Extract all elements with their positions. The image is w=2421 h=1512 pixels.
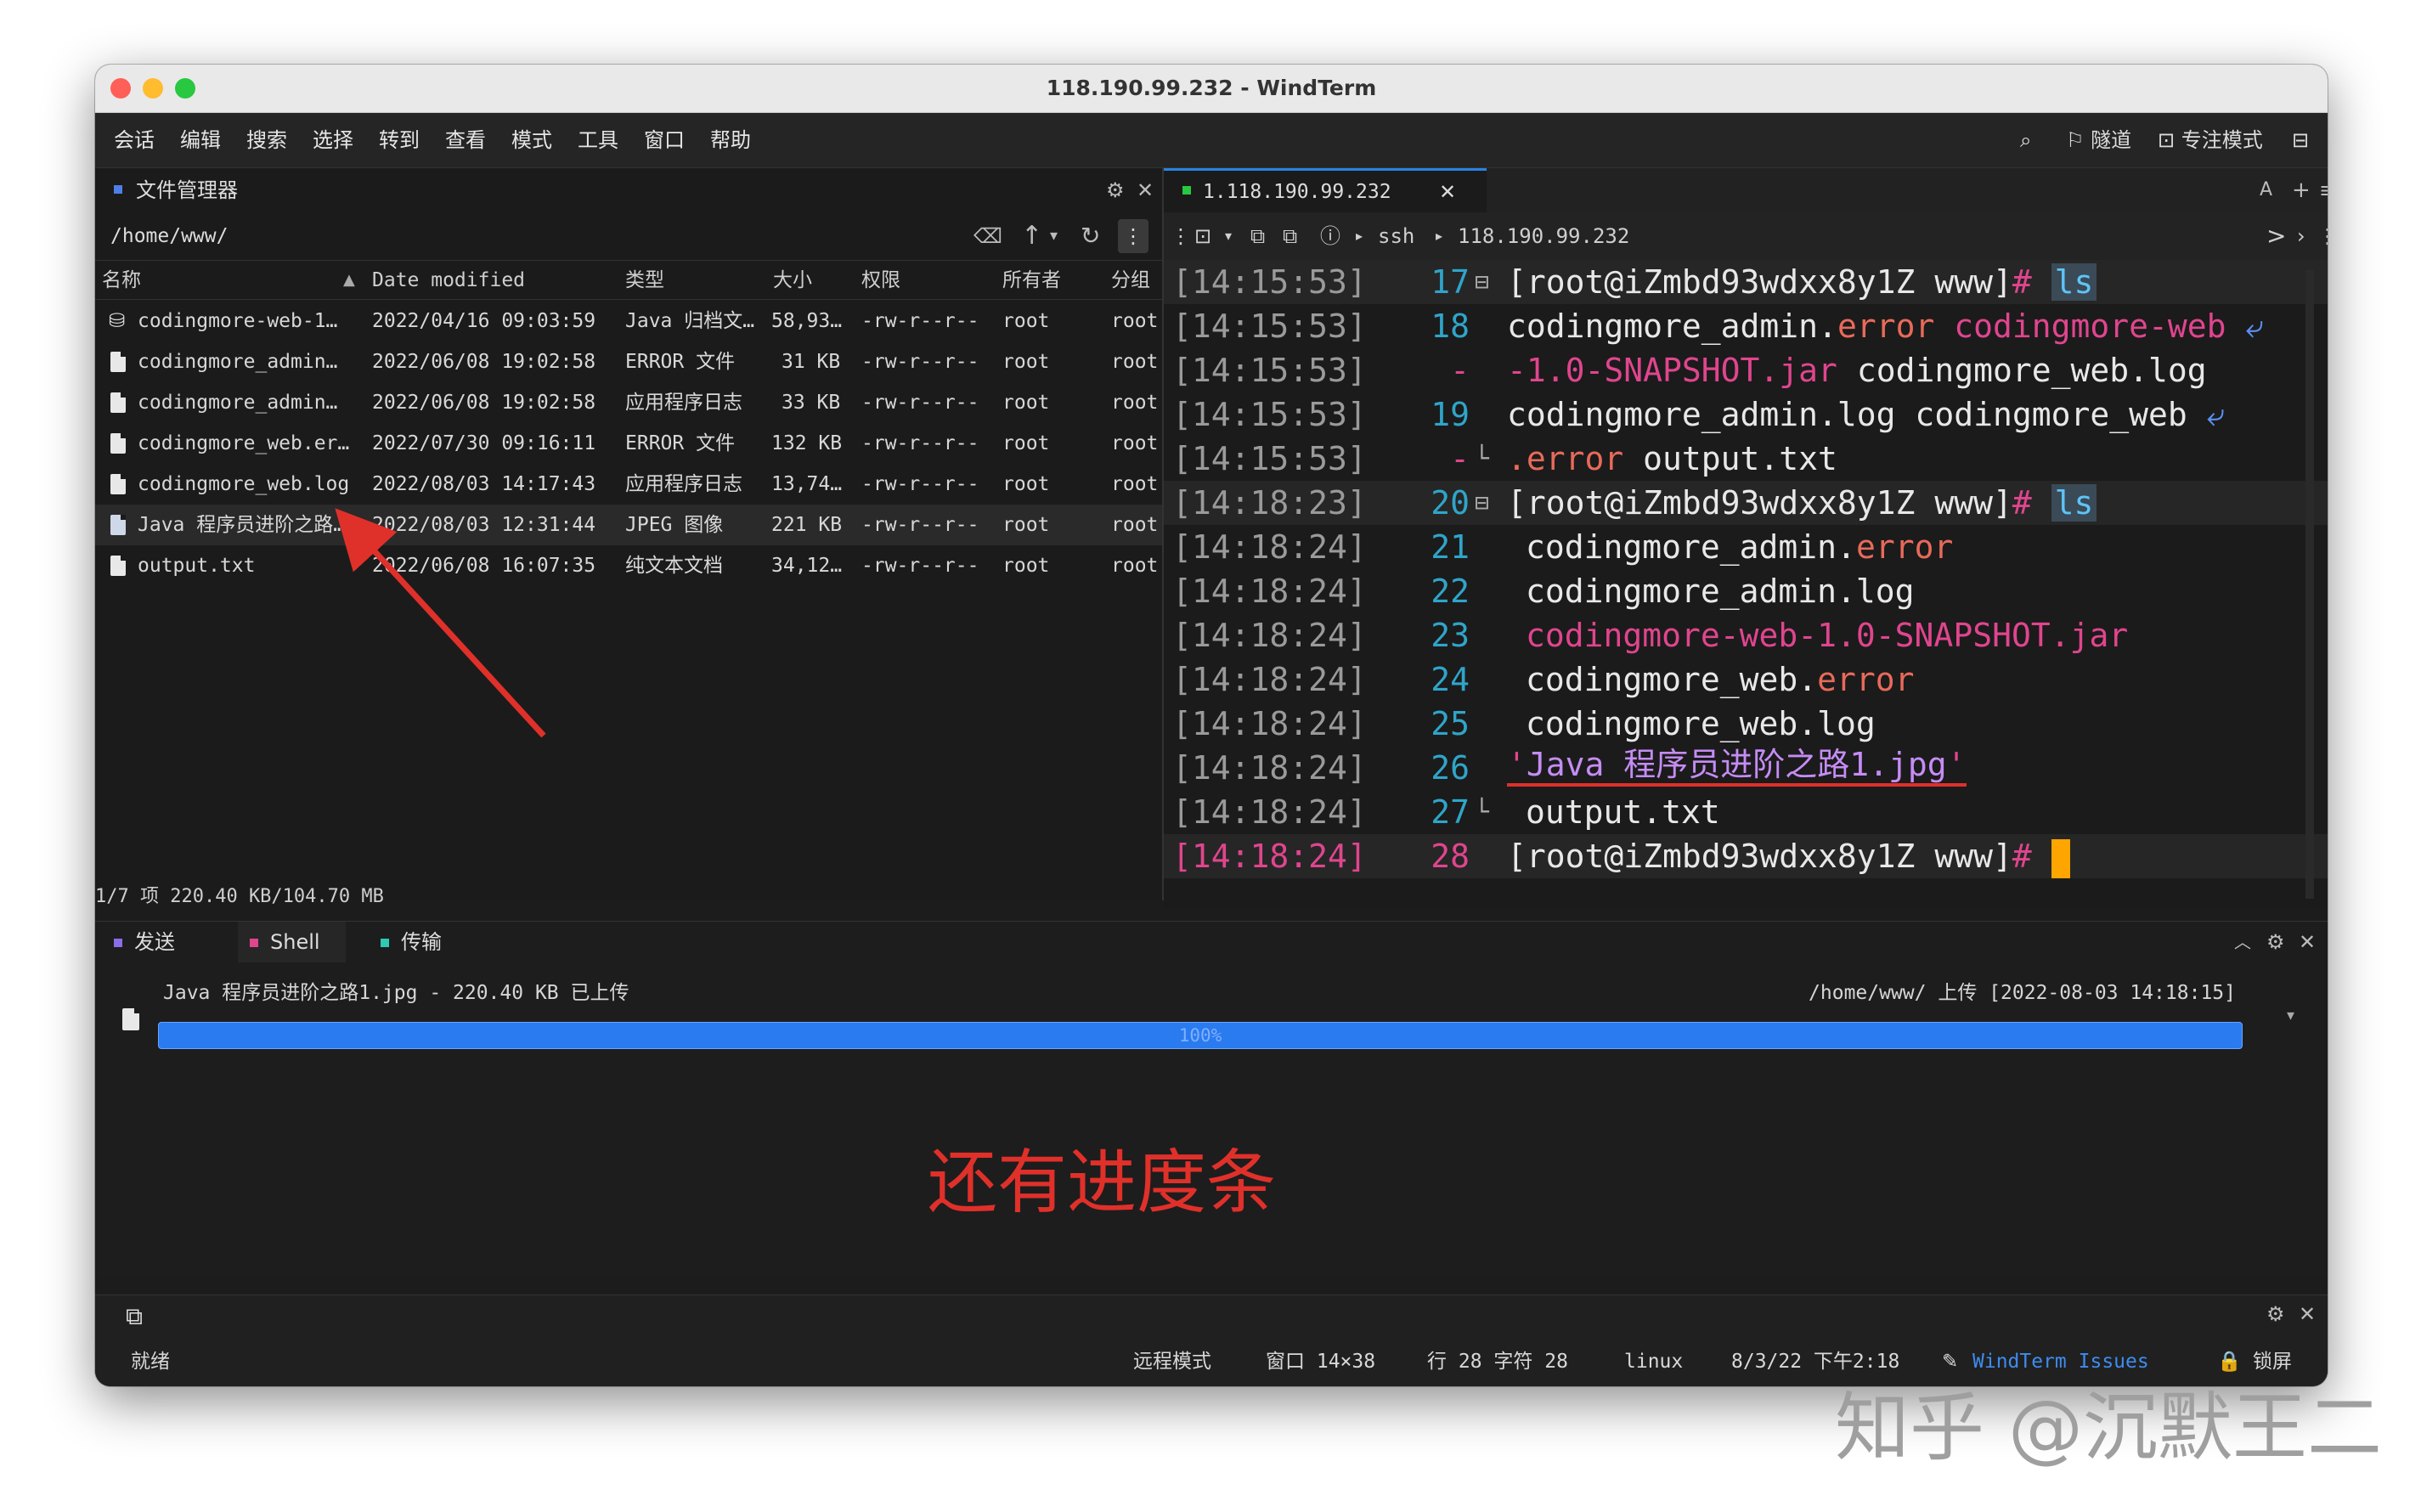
watermark-text: 知乎 @沉默王二 (1835, 1384, 2382, 1471)
annotation-arrow (335, 508, 546, 738)
